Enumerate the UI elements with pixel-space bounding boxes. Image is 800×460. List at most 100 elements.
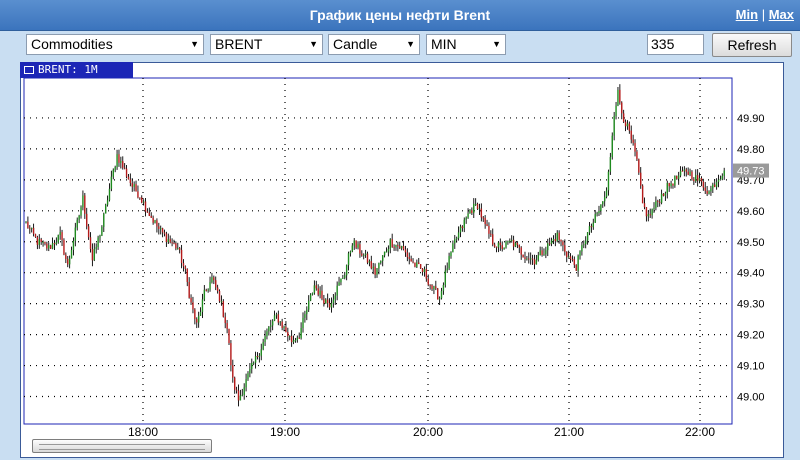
y-tick-label: 49.90 xyxy=(737,113,765,125)
y-tick-label: 49.10 xyxy=(737,361,765,373)
candle-body xyxy=(247,373,249,380)
candle-body xyxy=(51,243,54,249)
candle-body xyxy=(621,102,623,114)
candle-body xyxy=(309,294,312,301)
candle-body xyxy=(478,208,481,210)
candle-body xyxy=(683,169,686,171)
candle-body xyxy=(207,289,209,291)
candle-body xyxy=(372,266,374,269)
candle-body xyxy=(412,261,414,263)
candle-body xyxy=(53,243,56,245)
candle-body xyxy=(203,289,206,300)
candle-body xyxy=(199,311,202,316)
candle-body xyxy=(677,175,680,179)
x-tick-label: 22:00 xyxy=(685,425,715,439)
y-tick-label: 49.80 xyxy=(737,144,765,156)
candle-body xyxy=(528,258,530,260)
candle-body xyxy=(330,303,333,308)
candle-body xyxy=(101,226,103,236)
candle-body xyxy=(190,297,192,303)
candle-body xyxy=(44,241,46,244)
candle-body xyxy=(328,303,331,308)
candle-body xyxy=(454,239,456,244)
candle-body xyxy=(435,286,437,289)
candle-body xyxy=(161,228,164,233)
candle-body xyxy=(636,151,638,160)
candle-body xyxy=(558,232,560,240)
x-tick-label: 20:00 xyxy=(413,425,443,439)
candle-body xyxy=(668,183,670,187)
candle-body xyxy=(118,154,120,163)
candle-body xyxy=(674,175,676,186)
candle-body xyxy=(628,123,631,131)
candle-body xyxy=(317,288,319,295)
candle-body xyxy=(706,190,708,194)
candle-body xyxy=(482,217,484,219)
candle-body xyxy=(307,300,310,310)
candle-body xyxy=(271,320,274,326)
candle-body xyxy=(249,369,251,374)
scrollbar-grip-icon xyxy=(39,444,205,450)
candle-body xyxy=(287,332,289,337)
candle-body xyxy=(588,226,591,233)
candle-body xyxy=(258,355,261,358)
candle-body xyxy=(391,239,393,248)
candle-body xyxy=(543,254,545,256)
candle-body xyxy=(104,204,107,214)
candle-body xyxy=(712,184,714,189)
candle-body xyxy=(106,200,109,205)
candle-body xyxy=(433,286,435,290)
candle-body xyxy=(658,201,661,203)
candle-body xyxy=(201,299,204,312)
candle-body xyxy=(275,314,278,316)
candle-body xyxy=(40,239,42,242)
candle-body xyxy=(290,335,293,343)
candle-body xyxy=(607,171,610,191)
candle-body xyxy=(492,234,494,245)
candle-body xyxy=(476,203,479,210)
candle-body xyxy=(251,362,253,370)
candle-body xyxy=(446,268,448,271)
candle-body xyxy=(395,244,397,248)
x-tick-label: 18:00 xyxy=(128,425,158,439)
candle-body xyxy=(455,238,458,240)
candle-body xyxy=(691,171,693,180)
candle-body xyxy=(474,203,477,205)
candle-body xyxy=(38,239,40,245)
candle-body xyxy=(463,219,465,229)
candle-body xyxy=(133,184,135,187)
candle-body xyxy=(693,179,695,182)
x-tick-label: 21:00 xyxy=(554,425,584,439)
candle-body xyxy=(103,213,105,227)
candle-body xyxy=(89,237,92,250)
candle-body xyxy=(139,197,141,199)
candle-body xyxy=(695,175,697,182)
candle-body xyxy=(27,221,29,229)
candle-body xyxy=(664,193,667,196)
candle-body xyxy=(340,278,342,283)
candle-body xyxy=(484,217,486,225)
candle-body xyxy=(137,191,139,198)
candle-body xyxy=(67,259,69,265)
candle-body xyxy=(178,248,181,250)
candle-body xyxy=(520,247,522,255)
candle-body xyxy=(264,336,266,343)
candle-body xyxy=(723,170,725,176)
candle-body xyxy=(643,203,646,208)
candle-body xyxy=(165,233,168,243)
candle-body xyxy=(641,185,644,204)
candle-body xyxy=(440,290,443,299)
candle-body xyxy=(355,240,357,248)
candle-body xyxy=(564,245,566,252)
candle-body xyxy=(218,291,221,302)
candle-body xyxy=(402,246,405,250)
candle-body xyxy=(537,255,539,260)
candle-body xyxy=(351,245,354,252)
candle-body xyxy=(146,211,149,213)
candle-body xyxy=(243,387,245,395)
candle-body xyxy=(383,251,386,256)
chart-scrollbar-thumb[interactable] xyxy=(32,439,212,453)
candle-body xyxy=(721,175,724,179)
candle-body xyxy=(112,169,114,177)
price-chart[interactable]: 49.0049.1049.2049.3049.4049.5049.6049.70… xyxy=(0,0,800,460)
